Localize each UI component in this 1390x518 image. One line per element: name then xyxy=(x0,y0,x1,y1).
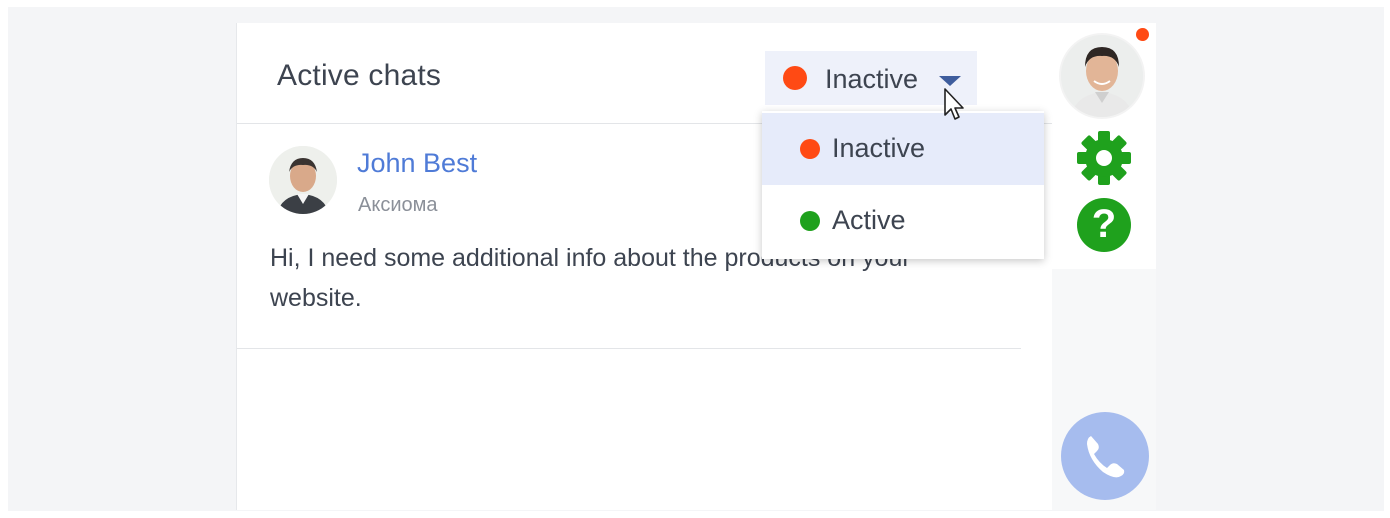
user-avatar-image xyxy=(1061,35,1143,117)
contact-name-link[interactable]: John Best xyxy=(357,148,477,179)
help-glyph: ? xyxy=(1091,202,1117,246)
caret-down-icon xyxy=(939,76,961,86)
page-title: Active chats xyxy=(277,59,442,92)
status-indicator-dot xyxy=(783,66,807,90)
help-icon[interactable]: ? xyxy=(1077,198,1131,252)
status-option-inactive[interactable]: Inactive xyxy=(762,113,1044,185)
contact-avatar[interactable] xyxy=(269,146,337,214)
chat-panel: Active chats Inactive John Best Аксиома … xyxy=(236,23,1053,510)
panel-header: Active chats Inactive xyxy=(237,23,1053,124)
user-avatar[interactable] xyxy=(1061,35,1143,117)
status-option-active[interactable]: Active xyxy=(762,185,1044,257)
status-dropdown-menu: Inactive Active xyxy=(762,111,1044,259)
status-label: Inactive xyxy=(825,64,919,94)
status-option-label: Inactive xyxy=(832,133,926,163)
notification-dot xyxy=(1136,28,1149,41)
inactive-dot xyxy=(800,139,820,159)
mouse-pointer-icon xyxy=(944,88,964,120)
active-dot xyxy=(800,211,820,231)
status-option-label: Active xyxy=(832,205,906,235)
gear-icon[interactable] xyxy=(1076,130,1132,186)
contact-company: Аксиома xyxy=(358,194,438,216)
call-button[interactable] xyxy=(1061,412,1149,500)
contact-avatar-image xyxy=(269,146,337,214)
phone-icon xyxy=(1087,436,1125,478)
